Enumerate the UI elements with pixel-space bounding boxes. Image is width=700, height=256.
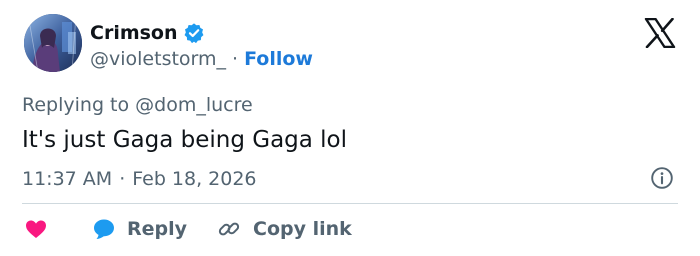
author-handle[interactable]: @violetstorm_ [90, 46, 226, 72]
info-icon[interactable] [650, 166, 674, 190]
copy-link-label: Copy link [253, 218, 352, 240]
copy-link-button[interactable]: Copy link [217, 217, 352, 241]
like-button[interactable] [24, 217, 48, 241]
follow-button[interactable]: Follow [244, 46, 313, 72]
author-name-row: Crimson [90, 20, 205, 46]
avatar-image [24, 14, 82, 72]
avatar[interactable] [24, 14, 82, 72]
tweet-date: Feb 18, 2026 [132, 168, 257, 190]
separator-dot: · [119, 168, 126, 190]
tweet-timestamp[interactable]: 11:37 AM · Feb 18, 2026 [22, 166, 257, 192]
tweet-embed-card: Crimson @violetstorm_ · Follow Replying … [0, 0, 700, 256]
author-handle-row: @violetstorm_ · Follow [90, 46, 313, 72]
tweet-text: It's just Gaga being Gaga lol [22, 127, 348, 153]
verified-badge-icon [183, 22, 205, 44]
x-logo-icon[interactable] [644, 17, 676, 49]
reply-button[interactable]: Reply [92, 217, 187, 241]
tweet-time: 11:37 AM [22, 168, 113, 190]
speech-bubble-icon [92, 217, 116, 241]
divider [22, 203, 678, 204]
reply-label: Reply [127, 218, 188, 240]
author-display-name[interactable]: Crimson [90, 20, 178, 46]
separator-dot: · [232, 48, 239, 70]
heart-icon [24, 217, 48, 241]
reply-context: Replying to @dom_lucre [22, 94, 253, 116]
link-icon [217, 217, 241, 241]
tweet-actions: Reply Copy link [24, 214, 352, 244]
